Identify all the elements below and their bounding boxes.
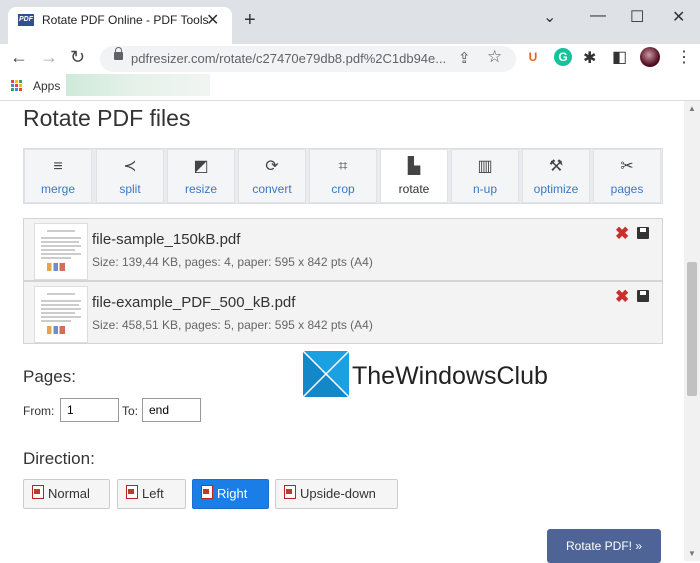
url-text[interactable]: pdfresizer.com/rotate/c27470e79db8.pdf%2… <box>131 51 446 66</box>
delete-file-icon[interactable]: ✖ <box>615 224 629 244</box>
tool-pages-button[interactable]: ✂ pages <box>593 149 661 203</box>
tool-n-up-button[interactable]: ▥ n-up <box>451 149 519 203</box>
tool-label: optimize <box>533 182 579 196</box>
minimize-button[interactable]: — <box>590 7 606 25</box>
convert-icon: ⟳ <box>265 158 279 175</box>
from-page-input[interactable]: 1 <box>60 398 119 422</box>
rotate-icon: ▙ <box>407 158 421 175</box>
tool-label: merge <box>40 182 75 196</box>
merge-icon: ≡ <box>53 158 63 175</box>
extensions-puzzle-icon[interactable]: ✱ <box>583 48 596 68</box>
file-name: file-example_PDF_500_kB.pdf <box>92 294 296 311</box>
pdf-file-icon <box>201 485 213 499</box>
optimize-icon: ⚒ <box>548 158 564 175</box>
extension-u-icon[interactable]: U <box>524 48 542 66</box>
tab-close-icon[interactable]: ✕ <box>206 10 219 30</box>
thewindowsclub-logo <box>303 351 349 397</box>
grammarly-icon[interactable]: G <box>554 48 572 66</box>
file-thumbnail <box>34 223 88 280</box>
tool-label: pages <box>610 182 644 196</box>
resize-icon: ◩ <box>193 158 209 175</box>
direction-upside-down-button[interactable]: Upside-down <box>275 479 398 509</box>
direction-right-button[interactable]: Right <box>192 479 269 509</box>
forward-button[interactable]: → <box>40 47 58 68</box>
tool-crop-button[interactable]: ⌗ crop <box>309 149 377 203</box>
browser-menu-icon[interactable]: ⋮ <box>676 47 692 67</box>
pdf-file-icon <box>284 485 296 499</box>
save-file-icon[interactable] <box>637 227 649 239</box>
tab-title: Rotate PDF Online - PDF Tools <box>42 13 209 27</box>
file-meta: Size: 458,51 KB, pages: 5, paper: 595 x … <box>92 318 373 332</box>
rotate-pdf-button[interactable]: Rotate PDF! » <box>547 529 661 563</box>
new-tab-button[interactable]: + <box>244 9 256 32</box>
scrollbar-thumb[interactable] <box>687 262 697 396</box>
reload-button[interactable]: ↻ <box>70 47 85 68</box>
scroll-down-arrow-icon[interactable]: ▼ <box>688 549 696 558</box>
scroll-up-arrow-icon[interactable]: ▲ <box>688 104 696 113</box>
apps-bookmark[interactable]: Apps <box>33 79 60 93</box>
maximize-button[interactable]: ☐ <box>630 7 644 27</box>
tool-label: crop <box>331 182 355 196</box>
tool-label: n-up <box>472 182 498 196</box>
file-thumbnail <box>34 286 88 343</box>
direction-left-label: Left <box>142 486 164 501</box>
split-icon: ≺ <box>123 158 137 175</box>
n-up-icon: ▥ <box>477 158 493 175</box>
file-row: file-example_PDF_500_kB.pdf Size: 458,51… <box>23 281 663 344</box>
tool-label: convert <box>252 182 292 196</box>
tool-optimize-button[interactable]: ⚒ optimize <box>522 149 590 203</box>
tool-label: resize <box>184 182 217 196</box>
crop-icon: ⌗ <box>338 158 348 175</box>
save-file-icon[interactable] <box>637 290 649 302</box>
profile-avatar[interactable] <box>640 47 660 67</box>
pdf-file-icon <box>32 485 44 499</box>
direction-normal-label: Normal <box>48 486 90 501</box>
direction-heading: Direction: <box>23 449 95 468</box>
from-label: From: <box>23 404 55 418</box>
side-panel-icon[interactable]: ◧ <box>612 47 627 67</box>
tool-label: rotate <box>398 182 430 196</box>
to-page-input[interactable]: end <box>142 398 201 422</box>
watermark-text: TheWindowsClub <box>352 362 548 390</box>
close-window-button[interactable]: ✕ <box>672 7 685 27</box>
back-button[interactable]: ← <box>10 47 28 68</box>
tab-favicon-icon: PDF <box>18 14 34 26</box>
direction-right-label: Right <box>217 486 248 501</box>
direction-upside-down-label: Upside-down <box>300 486 376 501</box>
page-title: Rotate PDF files <box>23 105 191 131</box>
apps-grid-icon[interactable] <box>11 80 23 92</box>
tool-merge-button[interactable]: ≡ merge <box>24 149 92 203</box>
tool-convert-button[interactable]: ⟳ convert <box>238 149 306 203</box>
tab-search-icon[interactable]: ⌄ <box>543 7 556 27</box>
tool-split-button[interactable]: ≺ split <box>96 149 164 203</box>
pages-icon: ✂ <box>620 158 634 175</box>
share-icon[interactable]: ⇪ <box>458 49 471 67</box>
lock-icon[interactable] <box>114 47 123 60</box>
tool-rotate-button[interactable]: ▙ rotate <box>380 149 448 203</box>
tool-label: split <box>119 182 141 196</box>
blurred-bookmark[interactable] <box>66 74 210 96</box>
file-row: file-sample_150kB.pdf Size: 139,44 KB, p… <box>23 218 663 281</box>
pages-heading: Pages: <box>23 367 76 386</box>
to-label: To: <box>122 404 139 418</box>
bookmark-star-icon[interactable]: ☆ <box>487 47 502 67</box>
delete-file-icon[interactable]: ✖ <box>615 287 629 307</box>
tool-resize-button[interactable]: ◩ resize <box>167 149 235 203</box>
direction-normal-button[interactable]: Normal <box>23 479 110 509</box>
file-meta: Size: 139,44 KB, pages: 4, paper: 595 x … <box>92 255 373 269</box>
direction-left-button[interactable]: Left <box>117 479 186 509</box>
file-name: file-sample_150kB.pdf <box>92 231 241 248</box>
pdf-file-icon <box>126 485 138 499</box>
